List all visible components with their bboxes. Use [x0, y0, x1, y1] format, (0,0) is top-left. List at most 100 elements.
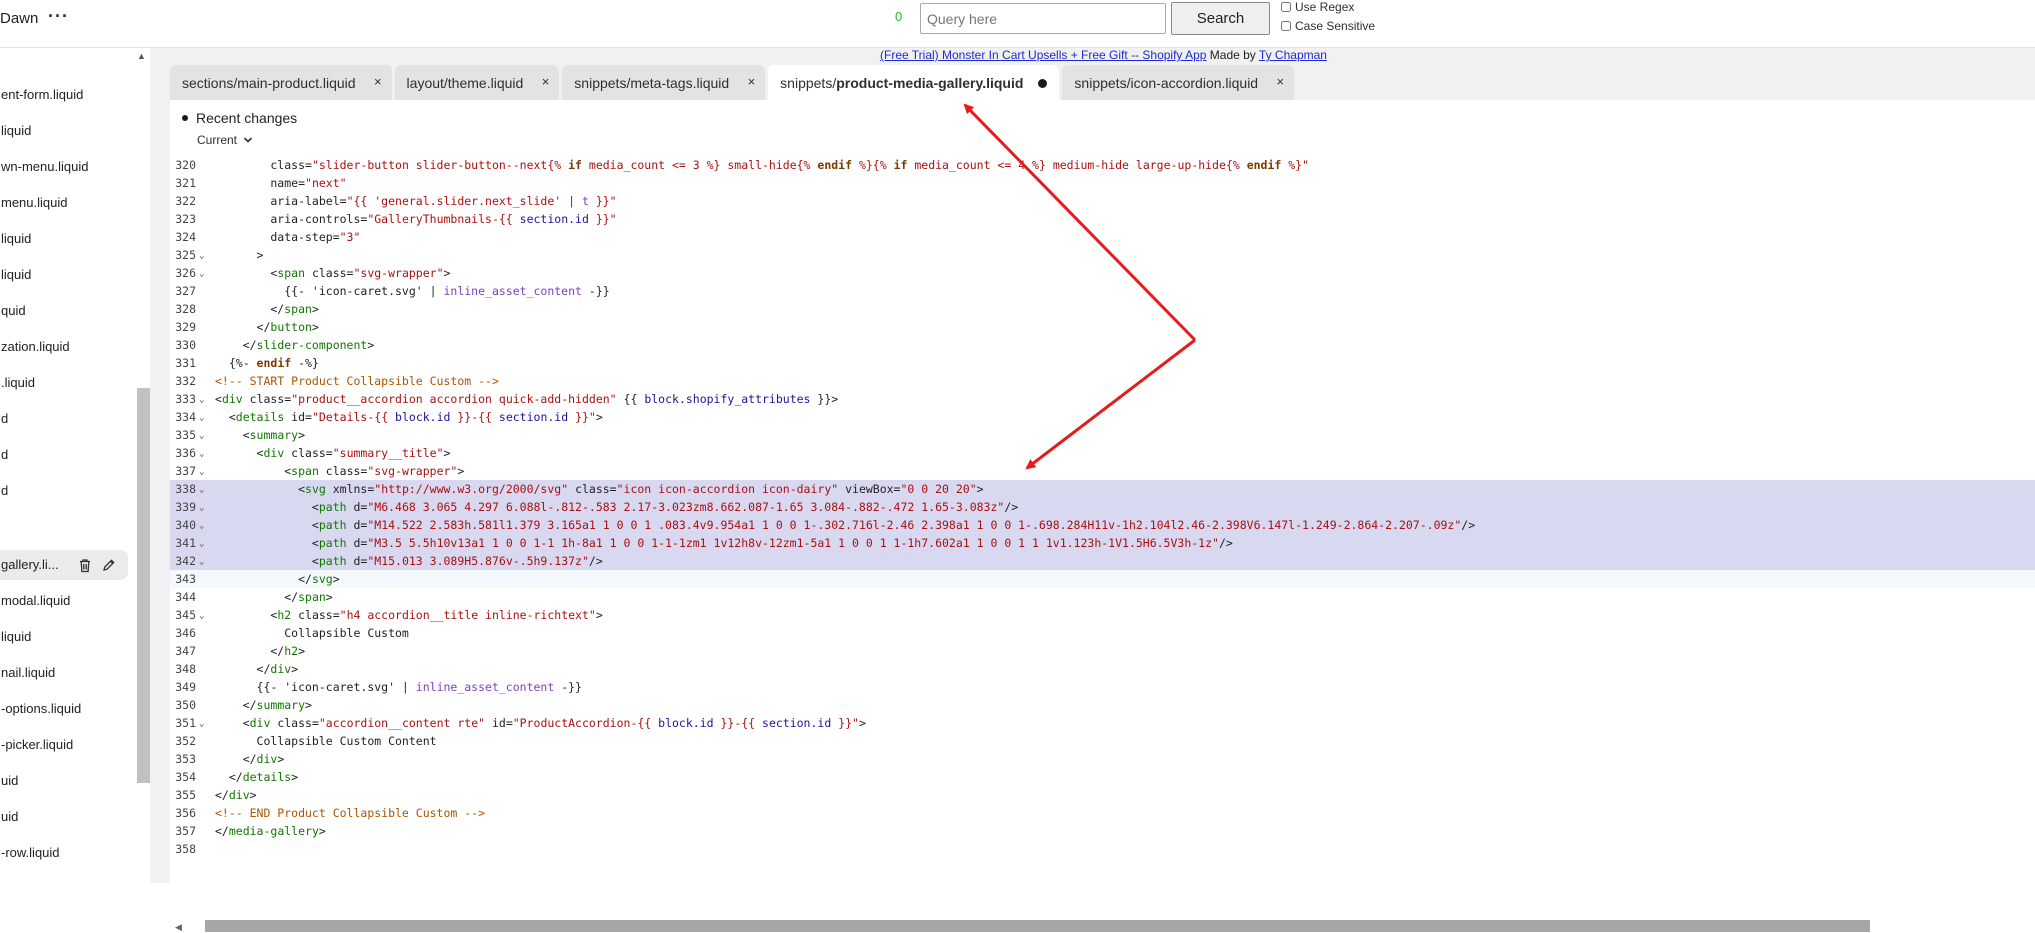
code-line[interactable]: 329 </button> — [170, 318, 2035, 336]
sidebar-file-item[interactable]: .liquid — [0, 368, 130, 398]
fold-chevron-icon[interactable]: ⌄ — [199, 607, 204, 625]
code-line[interactable]: 344 </span> — [170, 588, 2035, 606]
sidebar-file-item[interactable]: -picker.liquid — [0, 730, 130, 760]
sidebar-file-item[interactable]: liquid — [0, 116, 130, 146]
code-line[interactable]: 337 ⌄ <span class="svg-wrapper"> — [170, 462, 2035, 480]
code-line[interactable]: 350 </summary> — [170, 696, 2035, 714]
code-line[interactable]: 338 ⌄ <svg xmlns="http://www.w3.org/2000/… — [170, 480, 2035, 498]
sidebar-file-item[interactable]: nail.liquid — [0, 658, 130, 688]
code-line[interactable]: 330 </slider-component> — [170, 336, 2035, 354]
code-line[interactable]: 333 ⌄ <div class="product__accordion accor… — [170, 390, 2035, 408]
code-line[interactable]: 332 <!-- START Product Collapsible Custom… — [170, 372, 2035, 390]
code-line[interactable]: 358 — [170, 840, 2035, 858]
sidebar-file-item[interactable]: -options.liquid — [0, 694, 130, 724]
code-line[interactable]: 327 {{- 'icon-caret.svg' | inline_asset_… — [170, 282, 2035, 300]
fold-chevron-icon[interactable]: ⌄ — [199, 517, 204, 535]
code-line[interactable]: 355 </div> — [170, 786, 2035, 804]
tab-file[interactable]: snippets/product-media-gallery.liquid — [768, 65, 1060, 100]
sidebar-file-item[interactable]: d — [0, 404, 130, 434]
promo-link[interactable]: (Free Trial) Monster In Cart Upsells + F… — [880, 48, 1206, 62]
fold-chevron-icon[interactable]: ⌄ — [199, 445, 204, 463]
sidebar-scrollbar[interactable] — [137, 388, 150, 783]
code-line[interactable]: 321 name="next" — [170, 174, 2035, 192]
sidebar-file-item[interactable]: uid — [0, 766, 130, 796]
fold-chevron-icon[interactable]: ⌄ — [199, 391, 204, 409]
code-line[interactable]: 336 ⌄ <div class="summary__title"> — [170, 444, 2035, 462]
close-icon[interactable]: × — [1277, 74, 1285, 89]
edit-pencil-icon[interactable] — [102, 558, 116, 572]
code-line[interactable]: 331 {%- endif -%} — [170, 354, 2035, 372]
code-line[interactable]: 354 </details> — [170, 768, 2035, 786]
case-sensitive-checkbox[interactable] — [1281, 21, 1291, 31]
sidebar-file-item[interactable]: modal.liquid — [0, 586, 130, 616]
fold-chevron-icon[interactable]: ⌄ — [199, 427, 204, 445]
sidebar-file-item[interactable]: liquid — [0, 224, 130, 254]
code-line[interactable]: 334 ⌄ <details id="Details-{{ block.id }}… — [170, 408, 2035, 426]
promo-author-link[interactable]: Ty Chapman — [1259, 48, 1327, 62]
code-line[interactable]: 345 ⌄ <h2 class="h4 accordion__title inli… — [170, 606, 2035, 624]
code-line[interactable]: 324 data-step="3" — [170, 228, 2035, 246]
version-dropdown[interactable]: Current — [197, 133, 253, 147]
sidebar-file-item[interactable]: gallery.li... — [0, 550, 128, 580]
sidebar-file-item[interactable]: d — [0, 476, 130, 506]
code-line[interactable]: 347 </h2> — [170, 642, 2035, 660]
code-line[interactable]: 349 {{- 'icon-caret.svg' | inline_asset_… — [170, 678, 2035, 696]
code-line[interactable]: 320 class="slider-button slider-button--… — [170, 156, 2035, 174]
sidebar-file-item[interactable]: d — [0, 440, 130, 470]
close-icon[interactable]: × — [748, 74, 756, 89]
more-options-icon[interactable]: ··· — [48, 6, 69, 27]
search-query-input[interactable] — [920, 3, 1166, 34]
tab-file[interactable]: sections/main-product.liquid × — [170, 65, 392, 100]
code-line[interactable]: 353 </div> — [170, 750, 2035, 768]
fold-chevron-icon[interactable]: ⌄ — [199, 499, 204, 517]
use-regex-checkbox[interactable] — [1281, 2, 1291, 12]
recent-changes-header[interactable]: Recent changes — [182, 110, 297, 126]
unsaved-dot-icon[interactable] — [1038, 79, 1048, 88]
code-line[interactable]: 340 ⌄ <path d="M14.522 2.583h.581l1.379 3… — [170, 516, 2035, 534]
horizontal-scrollbar[interactable] — [205, 920, 1870, 932]
tab-file[interactable]: layout/theme.liquid × — [394, 65, 560, 100]
code-line[interactable]: 325 ⌄ > — [170, 246, 2035, 264]
scroll-left-icon[interactable]: ◀ — [175, 922, 182, 933]
fold-chevron-icon[interactable]: ⌄ — [199, 481, 204, 499]
code-line[interactable]: 335 ⌄ <summary> — [170, 426, 2035, 444]
code-line[interactable]: 342 ⌄ <path d="M15.013 3.089H5.876v-.5h9.… — [170, 552, 2035, 570]
sidebar-file-item[interactable]: zation.liquid — [0, 332, 130, 362]
fold-chevron-icon[interactable]: ⌄ — [199, 535, 204, 553]
code-line[interactable]: 341 ⌄ <path d="M3.5 5.5h10v13a1 1 0 0 1-1… — [170, 534, 2035, 552]
sidebar-file-item[interactable]: menu.liquid — [0, 188, 130, 218]
fold-chevron-icon[interactable]: ⌄ — [199, 715, 204, 733]
code-line[interactable]: 348 </div> — [170, 660, 2035, 678]
tab-file[interactable]: snippets/meta-tags.liquid × — [562, 65, 766, 100]
fold-chevron-icon[interactable]: ⌄ — [199, 265, 204, 283]
code-line[interactable]: 343 </svg> — [170, 570, 2035, 588]
code-line[interactable]: 322 aria-label="{{ 'general.slider.next_… — [170, 192, 2035, 210]
sidebar-file-item[interactable]: quid — [0, 296, 130, 326]
fold-chevron-icon[interactable]: ⌄ — [199, 247, 204, 265]
code-line[interactable]: 356 <!-- END Product Collapsible Custom -… — [170, 804, 2035, 822]
code-editor[interactable]: Recent changes Current 320 class="slider… — [170, 100, 2035, 932]
fold-chevron-icon[interactable]: ⌄ — [199, 409, 204, 427]
code-line[interactable]: 346 Collapsible Custom — [170, 624, 2035, 642]
code-line[interactable]: 339 ⌄ <path d="M6.468 3.065 4.297 6.088l-… — [170, 498, 2035, 516]
fold-chevron-icon[interactable]: ⌄ — [199, 463, 204, 481]
use-regex-option[interactable]: Use Regex — [1281, 0, 1354, 14]
sidebar-file-item[interactable]: uid — [0, 802, 130, 832]
trash-icon[interactable] — [78, 558, 92, 573]
sidebar-file-item[interactable]: ent-form.liquid — [0, 80, 130, 110]
search-button[interactable]: Search — [1171, 2, 1270, 35]
code-line[interactable]: 323 aria-controls="GalleryThumbnails-{{ … — [170, 210, 2035, 228]
close-icon[interactable]: × — [542, 74, 550, 89]
sidebar-file-item[interactable]: -row.liquid — [0, 838, 130, 868]
code-line[interactable]: 326 ⌄ <span class="svg-wrapper"> — [170, 264, 2035, 282]
tab-file[interactable]: snippets/icon-accordion.liquid × — [1062, 65, 1295, 100]
code-line[interactable]: 328 </span> — [170, 300, 2035, 318]
sidebar-file-item[interactable]: wn-menu.liquid — [0, 152, 130, 182]
scroll-up-icon[interactable]: ▲ — [137, 51, 146, 61]
sidebar-file-item[interactable]: liquid — [0, 260, 130, 290]
case-sensitive-option[interactable]: Case Sensitive — [1281, 19, 1375, 33]
code-line[interactable]: 352 Collapsible Custom Content — [170, 732, 2035, 750]
close-icon[interactable]: × — [374, 74, 382, 89]
fold-chevron-icon[interactable]: ⌄ — [199, 553, 204, 571]
code-area[interactable]: 320 class="slider-button slider-button--… — [170, 156, 2035, 866]
